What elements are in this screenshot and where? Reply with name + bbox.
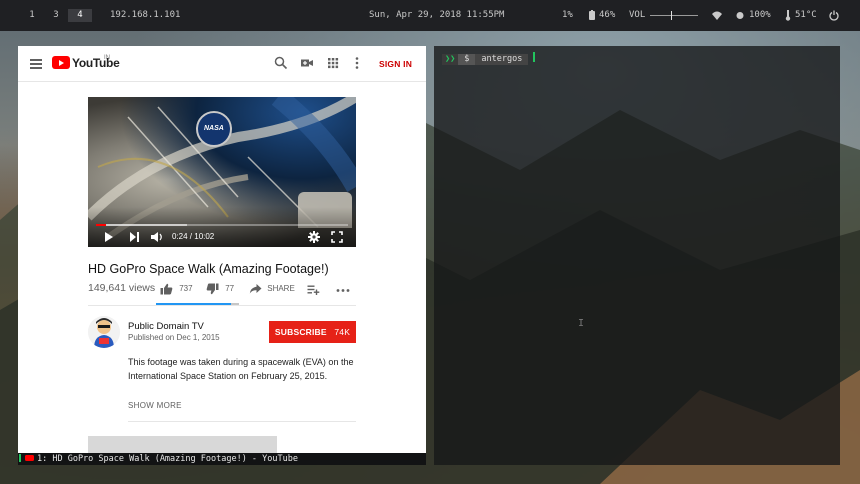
show-more-button[interactable]: SHOW MORE [128,401,182,410]
share-label: SHARE [267,284,295,293]
power-icon[interactable] [829,10,839,21]
battery-icon [589,10,595,20]
top-status-bar: 1 3 4 192.168.1.101 Sun, Apr 29, 2018 11… [0,0,860,31]
youtube-logo-icon[interactable] [52,56,70,69]
settings-gear-icon[interactable] [308,231,320,243]
add-to-playlist-icon[interactable] [307,283,320,297]
view-count: 149,641 views [88,282,156,294]
youtube-logo-text[interactable]: YouTube [72,56,120,70]
video-played [96,224,107,226]
more-options-icon[interactable] [350,56,364,70]
nasa-logo [196,111,232,147]
menu-icon[interactable] [30,59,42,69]
video-progress-bar[interactable] [96,224,348,226]
country-code: IN [104,55,110,61]
thumbs-up-icon [160,283,173,295]
dislike-button[interactable]: 77 [206,282,234,296]
like-button[interactable]: 737 [160,282,193,296]
volume-slider-knob[interactable] [671,11,672,20]
thermometer-icon [785,10,791,21]
more-actions-icon[interactable] [336,283,350,297]
volume-slider-track[interactable] [650,15,698,16]
prompt-arrow-icon: ❯❯ [442,54,459,65]
clock-datetime: Sun, Apr 29, 2018 11:55PM [369,10,505,20]
brightness-icon [736,12,744,19]
workspace-1[interactable]: 1 [20,9,44,22]
subscribe-label: SUBSCRIBE [274,327,327,337]
battery-level: 46% [599,10,616,20]
video-player[interactable]: 0:24 / 10:02 [88,97,356,247]
apps-grid-icon[interactable] [326,56,340,70]
channel-avatar-image [88,316,120,348]
divider [128,421,356,422]
workspace-3[interactable]: 3 [44,9,68,22]
upload-video-icon[interactable] [300,56,314,70]
share-button[interactable]: SHARE [249,282,295,296]
search-icon[interactable] [274,56,288,70]
video-title: HD GoPro Space Walk (Amazing Footage!) [88,262,329,276]
text-cursor [533,52,536,62]
subscriber-count: 74K [334,327,351,337]
channel-avatar[interactable] [88,316,120,348]
video-buffered [96,224,187,226]
ip-address: 192.168.1.101 [110,10,181,20]
video-time: 0:24 / 10:02 [172,232,215,241]
workspace-4[interactable]: 4 [68,9,92,22]
publish-date: Published on Dec 1, 2015 [128,333,220,342]
shell-prompt: ❯❯ $ antergos [442,52,536,65]
divider [88,305,356,306]
play-icon[interactable] [104,231,114,243]
prompt-hostname: antergos [475,54,529,65]
window-indicator-icon [19,454,21,462]
subscribe-button[interactable]: SUBSCRIBE 74K [269,321,356,343]
share-arrow-icon [249,283,262,294]
volume-icon[interactable] [150,231,164,243]
sign-in-button[interactable]: SIGN IN [379,59,412,69]
wifi-icon[interactable] [712,10,722,21]
cpu-usage: 1% [562,10,573,20]
cpu-temperature: 51°C [795,10,817,20]
brightness-level: 100% [749,10,771,20]
terminal-window[interactable]: ❯❯ $ antergos I [434,46,840,465]
loading-placeholder [88,436,277,453]
next-icon[interactable] [129,231,140,243]
window-status-line: 1: HD GoPro Space Walk (Amazing Footage!… [18,453,426,465]
fullscreen-icon[interactable] [331,231,343,243]
thumbs-down-icon [206,283,219,295]
prompt-symbol: $ [458,54,476,65]
channel-name[interactable]: Public Domain TV [128,321,204,332]
mouse-ibeam-cursor-icon: I [578,318,585,329]
window-title: 1: HD GoPro Space Walk (Amazing Footage!… [37,454,298,464]
like-count: 737 [179,284,193,293]
dislike-count: 77 [225,284,235,293]
video-description: This footage was taken during a spacewal… [128,357,354,381]
youtube-header: YouTube IN SIGN IN [18,46,426,82]
volume-label: VOL [629,10,646,20]
browser-window: YouTube IN SIGN IN 0:24 / 10:02 HD GoPro… [18,46,426,453]
youtube-favicon-icon [25,455,34,461]
